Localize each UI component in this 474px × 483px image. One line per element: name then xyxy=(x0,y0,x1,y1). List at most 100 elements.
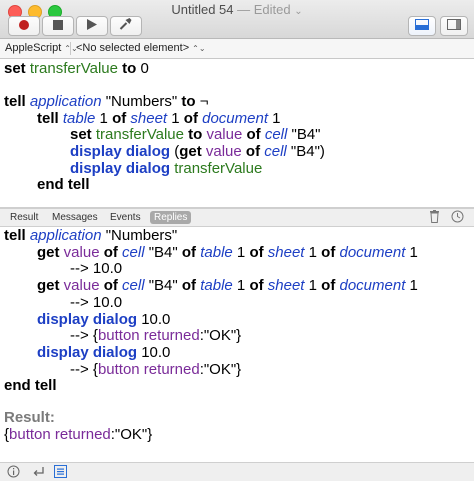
code-token: 1 xyxy=(304,277,322,295)
code-token: end tell xyxy=(4,377,57,395)
code-token: value xyxy=(63,243,100,261)
code-line: --> {button returned:"OK"} xyxy=(70,360,242,379)
code-token: of xyxy=(183,109,203,127)
code-token: table xyxy=(200,243,233,261)
compile-button[interactable] xyxy=(110,16,142,36)
code-token: of xyxy=(249,243,268,261)
document-name: Untitled 54 xyxy=(171,2,234,17)
tab-messages[interactable]: Messages xyxy=(48,211,102,224)
code-token: "B4" xyxy=(287,126,321,144)
show-bottom-pane-button[interactable] xyxy=(408,16,436,36)
code-token: tell xyxy=(37,109,63,127)
code-line: display dialog 10.0 xyxy=(37,311,170,329)
code-token: get xyxy=(179,143,206,160)
language-selector[interactable]: AppleScript⌃⌄ xyxy=(5,41,78,55)
code-token: --> { xyxy=(70,327,98,345)
return-icon[interactable] xyxy=(32,465,45,483)
code-token: get xyxy=(37,277,64,295)
code-token: display dialog xyxy=(37,343,138,361)
code-token: document xyxy=(339,243,406,261)
show-bottom-pane-icon xyxy=(415,17,429,35)
element-selector[interactable]: <No selected element> ⌃⌄ xyxy=(76,41,206,55)
replies-log[interactable]: tell application "Numbers" get value of c… xyxy=(0,227,474,462)
code-token: application xyxy=(29,227,102,244)
tab-label: Result xyxy=(10,212,39,223)
code-token: 1 xyxy=(304,243,322,261)
code-line: --> {button returned:"OK"} xyxy=(70,327,242,345)
show-sidebar-button[interactable] xyxy=(440,16,468,36)
code-token: cell xyxy=(122,277,145,295)
code-token: sheet xyxy=(267,277,305,295)
code-token: set xyxy=(70,126,96,144)
code-line: end tell xyxy=(4,377,57,395)
stop-button[interactable] xyxy=(42,16,74,36)
clock-icon[interactable] xyxy=(451,210,464,226)
code-token: 1 xyxy=(267,109,281,127)
code-token: 1 xyxy=(232,277,250,295)
script-editor[interactable]: set transferValue to 0 tell application "… xyxy=(0,59,474,207)
code-token: to xyxy=(183,126,207,144)
edited-state: Edited xyxy=(253,2,291,17)
code-token: 1 xyxy=(232,243,250,261)
code-line: get value of cell "B4" of table 1 of she… xyxy=(37,277,418,295)
run-icon xyxy=(87,17,97,35)
code-token: :"OK"} xyxy=(199,360,242,378)
code-token: cell xyxy=(264,143,287,160)
code-token: of xyxy=(241,143,265,160)
log-tab-bar: Result Messages Events Replies xyxy=(0,209,474,227)
trash-icon[interactable] xyxy=(429,210,440,226)
code-token: of xyxy=(321,243,340,261)
code-token: tell xyxy=(4,227,30,244)
code-token: display dialog xyxy=(70,143,171,160)
code-line: tell table 1 of sheet 1 of document 1 xyxy=(37,109,281,128)
code-token: end tell xyxy=(37,176,90,194)
window-toolbar: Untitled 54 — Edited ⌄ xyxy=(0,0,474,39)
result-value: {button returned:"OK"} xyxy=(4,425,153,444)
stop-icon xyxy=(53,17,63,35)
tab-result[interactable]: Result xyxy=(6,211,42,224)
tab-events[interactable]: Events xyxy=(106,211,145,224)
record-button[interactable] xyxy=(8,16,40,36)
code-token: document xyxy=(339,277,406,295)
code-line: display dialog (get value of cell "B4") xyxy=(70,143,325,161)
code-line: set transferValue to value of cell "B4" xyxy=(70,127,321,144)
code-token: value xyxy=(205,143,242,160)
code-token: :"OK"} xyxy=(199,327,242,345)
result-label: Result: xyxy=(4,409,55,427)
code-token: "B4" xyxy=(144,243,182,261)
code-token: of xyxy=(249,277,268,295)
tab-label: Events xyxy=(110,212,141,223)
list-icon[interactable] xyxy=(54,465,67,483)
code-token: 1 xyxy=(95,109,113,127)
window-title[interactable]: Untitled 54 — Edited ⌄ xyxy=(0,2,474,17)
run-button[interactable] xyxy=(76,16,108,36)
code-token: tell xyxy=(4,93,30,111)
code-token: of xyxy=(112,109,131,127)
code-token: document xyxy=(202,109,268,127)
code-token: transferValue xyxy=(95,126,184,144)
code-token: 1 xyxy=(405,277,418,295)
code-token: sheet xyxy=(267,243,305,261)
code-token: :"OK"} xyxy=(110,425,153,443)
code-token: transferValue xyxy=(174,159,263,177)
code-token: button returned xyxy=(97,327,200,345)
title-chevron-icon: ⌄ xyxy=(294,6,303,17)
code-token: 10.0 xyxy=(137,343,171,361)
code-token: set xyxy=(4,60,30,77)
code-token: button returned xyxy=(97,360,200,378)
tab-replies[interactable]: Replies xyxy=(150,211,192,224)
code-token: ( xyxy=(170,143,180,160)
code-token: of xyxy=(99,243,123,261)
code-line: end tell xyxy=(37,176,90,194)
divider xyxy=(70,42,71,55)
status-bar xyxy=(0,462,474,481)
code-token: display dialog xyxy=(70,159,171,177)
code-token: transferValue xyxy=(29,60,118,77)
title-separator: — xyxy=(237,2,251,17)
code-token: "Numbers" xyxy=(101,227,178,244)
compile-icon xyxy=(119,17,133,35)
code-line: tell application "Numbers" xyxy=(4,227,178,245)
code-token: cell xyxy=(122,243,145,261)
tab-label: Replies xyxy=(154,212,188,223)
info-icon[interactable] xyxy=(7,465,20,483)
